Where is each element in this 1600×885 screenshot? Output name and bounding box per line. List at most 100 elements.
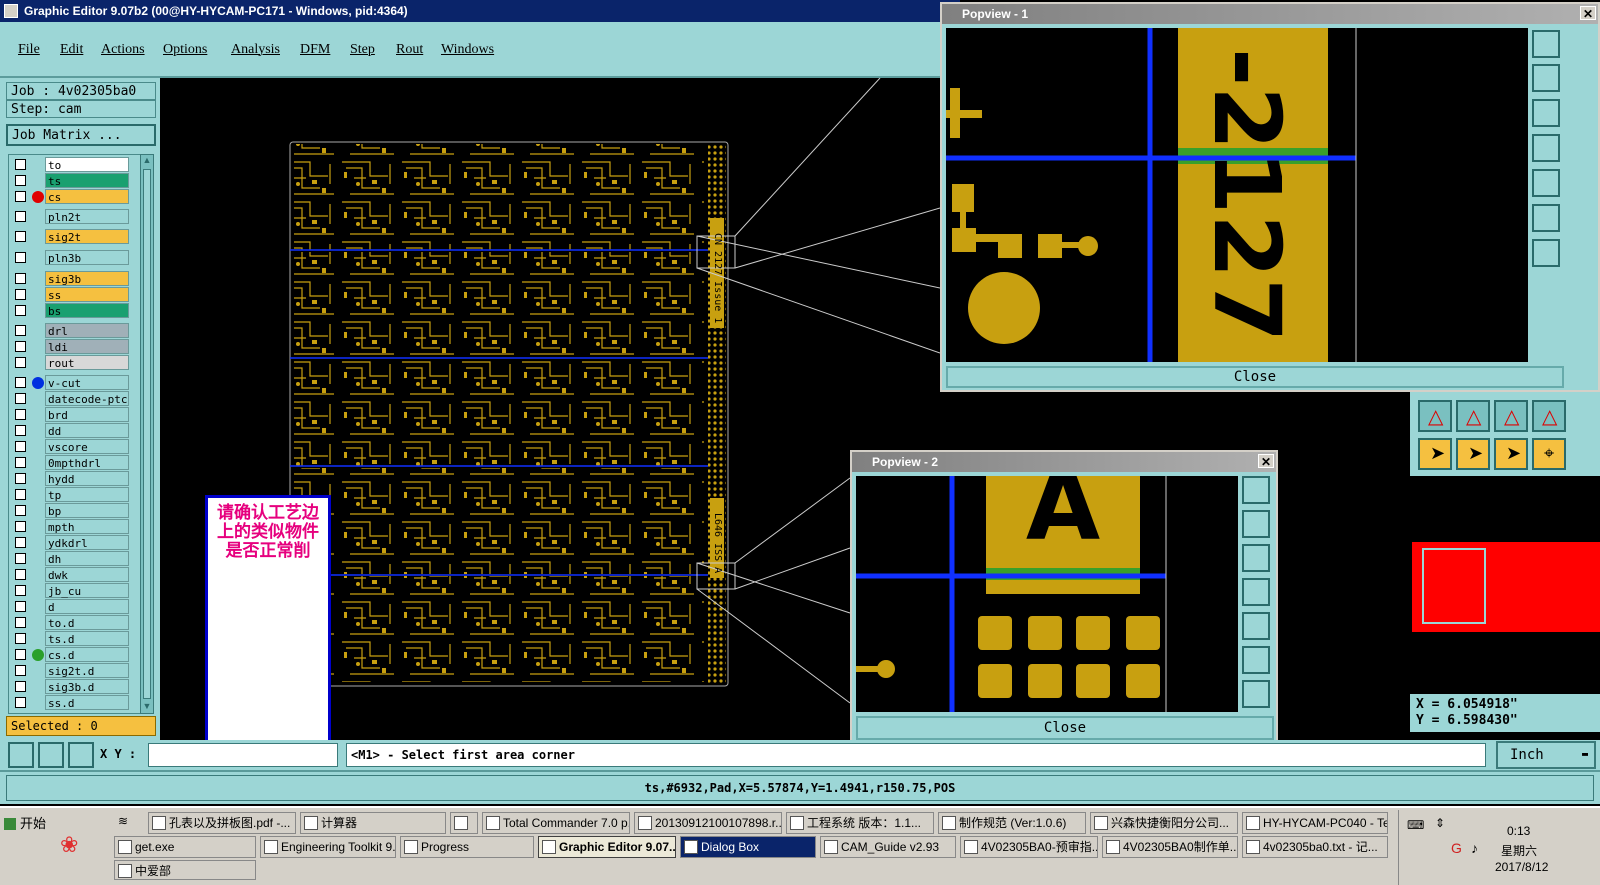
- layer-checkbox[interactable]: [15, 341, 26, 352]
- units-selector[interactable]: Inch ▬: [1496, 741, 1596, 769]
- layer-checkbox[interactable]: [15, 633, 26, 644]
- popview-2-zoom-in-icon[interactable]: [1242, 646, 1270, 674]
- popview-1-zoom-in-icon[interactable]: [1532, 204, 1560, 232]
- popview-1-close-icon[interactable]: ✕: [1580, 6, 1596, 21]
- layer-row-datecode-ptc[interactable]: datecode-ptc: [11, 391, 131, 406]
- layer-label[interactable]: to: [45, 157, 129, 172]
- layer-label[interactable]: cs: [45, 189, 129, 204]
- overview-viewport[interactable]: [1422, 548, 1486, 624]
- layer-row-dd[interactable]: dd: [11, 423, 131, 438]
- popview-1-pan-left-icon[interactable]: [1532, 134, 1560, 162]
- tool-zoom-home-icon[interactable]: △: [1532, 400, 1566, 432]
- layer-checkbox[interactable]: [15, 191, 26, 202]
- layer-row-pln2t[interactable]: pln2t: [11, 209, 131, 224]
- menu-step[interactable]: Step: [350, 42, 375, 58]
- layer-checkbox[interactable]: [15, 617, 26, 628]
- layer-row-ss[interactable]: ss: [11, 287, 131, 302]
- layer-checkbox[interactable]: [15, 409, 26, 420]
- layer-row-dwk[interactable]: dwk: [11, 567, 131, 582]
- popview-1-pan-right-icon[interactable]: [1532, 169, 1560, 197]
- popview-1-title-bar[interactable]: Popview - 1 ✕: [942, 4, 1598, 24]
- layer-label[interactable]: ydkdrl: [45, 535, 129, 550]
- tool-select-area-icon[interactable]: ➤: [1456, 438, 1490, 470]
- layer-label[interactable]: v-cut: [45, 375, 129, 390]
- layer-checkbox[interactable]: [15, 569, 26, 580]
- tool-zoom-out-icon[interactable]: △: [1494, 400, 1528, 432]
- layer-checkbox[interactable]: [15, 457, 26, 468]
- layer-checkbox[interactable]: [15, 231, 26, 242]
- layer-checkbox[interactable]: [15, 175, 26, 186]
- layer-checkbox[interactable]: [15, 505, 26, 516]
- layer-row-hydd[interactable]: hydd: [11, 471, 131, 486]
- layer-list-scrollbar[interactable]: ▲ ▼: [140, 154, 154, 714]
- layer-row-sig2t[interactable]: sig2t: [11, 229, 131, 244]
- layer-checkbox[interactable]: [15, 521, 26, 532]
- taskbar-item-engineering-system[interactable]: 工程系统 版本：1.1...: [786, 812, 934, 834]
- layer-label[interactable]: sig2t: [45, 229, 129, 244]
- overview-window[interactable]: [1412, 542, 1600, 632]
- layer-row-ss.d[interactable]: ss.d: [11, 695, 131, 710]
- layer-row-pln3b[interactable]: pln3b: [11, 250, 131, 265]
- layer-checkbox[interactable]: [15, 473, 26, 484]
- layer-label[interactable]: 0mpthdrl: [45, 455, 129, 470]
- layer-checkbox[interactable]: [15, 681, 26, 692]
- layer-label[interactable]: ts.d: [45, 631, 129, 646]
- layer-checkbox[interactable]: [15, 289, 26, 300]
- menu-windows[interactable]: Windows: [441, 42, 494, 58]
- popview-2-canvas[interactable]: A: [856, 476, 1238, 712]
- menu-actions[interactable]: Actions: [101, 42, 145, 58]
- layer-label[interactable]: sig2t.d: [45, 663, 129, 678]
- layer-row-vscore[interactable]: vscore: [11, 439, 131, 454]
- job-matrix-button[interactable]: Job Matrix ...: [6, 124, 156, 146]
- tool-select-net-icon[interactable]: ➤: [1494, 438, 1528, 470]
- layer-label[interactable]: jb_cu: [45, 583, 129, 598]
- layer-checkbox[interactable]: [15, 159, 26, 170]
- taskbar-item-cam-guide[interactable]: CAM_Guide v2.93: [820, 836, 956, 858]
- taskbar-item-calculator[interactable]: 计算器: [300, 812, 446, 834]
- layer-row-cs[interactable]: cs: [11, 189, 131, 204]
- popview-1-zoom-out-icon[interactable]: [1532, 239, 1560, 267]
- popview-2-pan-down-icon[interactable]: [1242, 544, 1270, 572]
- tray-app-icon[interactable]: G: [1451, 840, 1462, 856]
- scroll-down-arrow-icon[interactable]: ▼: [141, 701, 153, 713]
- layer-label[interactable]: sig3b: [45, 271, 129, 286]
- layer-label[interactable]: datecode-ptc: [45, 391, 129, 406]
- layer-checkbox[interactable]: [15, 553, 26, 564]
- taskbar-item-remote[interactable]: HY-HYCAM-PC040 - Te...: [1242, 812, 1388, 834]
- layer-label[interactable]: dd: [45, 423, 129, 438]
- snap-angle-icon[interactable]: [38, 742, 64, 768]
- popview-2-pan-right-icon[interactable]: [1242, 612, 1270, 640]
- taskbar-item-get-exe[interactable]: get.exe: [114, 836, 256, 858]
- layer-checkbox[interactable]: [15, 425, 26, 436]
- popview-2-close-icon[interactable]: ✕: [1258, 454, 1274, 469]
- taskbar-item-file[interactable]: 20130912100107898.r...: [634, 812, 782, 834]
- layer-row-cs.d[interactable]: cs.d: [11, 647, 131, 662]
- menu-rout[interactable]: Rout: [396, 42, 423, 58]
- layer-checkbox[interactable]: [15, 357, 26, 368]
- layer-label[interactable]: hydd: [45, 471, 129, 486]
- layer-label[interactable]: tp: [45, 487, 129, 502]
- layer-row-mpth[interactable]: mpth: [11, 519, 131, 534]
- layer-checkbox[interactable]: [15, 211, 26, 222]
- layer-checkbox[interactable]: [15, 441, 26, 452]
- layer-row-0mpthdrl[interactable]: 0mpthdrl: [11, 455, 131, 470]
- layer-label[interactable]: mpth: [45, 519, 129, 534]
- popview-1-canvas[interactable]: -2127: [946, 28, 1528, 362]
- layer-label[interactable]: brd: [45, 407, 129, 422]
- popview-2-fit-icon[interactable]: [1242, 476, 1270, 504]
- taskbar-item-total-commander[interactable]: Total Commander 7.0 p...: [482, 812, 630, 834]
- layer-label[interactable]: bp: [45, 503, 129, 518]
- layer-row-v-cut[interactable]: v-cut: [11, 375, 131, 390]
- taskbar-item-row3[interactable]: 中爱部: [114, 860, 256, 880]
- taskbar-item-ie[interactable]: [450, 812, 478, 834]
- snap-grid-icon[interactable]: [8, 742, 34, 768]
- popview-2-zoom-out-icon[interactable]: [1242, 680, 1270, 708]
- layer-row-ts.d[interactable]: ts.d: [11, 631, 131, 646]
- tool-zoom-in-icon[interactable]: △: [1456, 400, 1490, 432]
- start-button[interactable]: 开始: [2, 812, 52, 838]
- layer-row-bs[interactable]: bs: [11, 303, 131, 318]
- xy-input[interactable]: [148, 743, 338, 767]
- popview-2-pan-left-icon[interactable]: [1242, 578, 1270, 606]
- layer-row-sig3b.d[interactable]: sig3b.d: [11, 679, 131, 694]
- taskbar-item-spec[interactable]: 制作规范 (Ver:1.0.6): [938, 812, 1086, 834]
